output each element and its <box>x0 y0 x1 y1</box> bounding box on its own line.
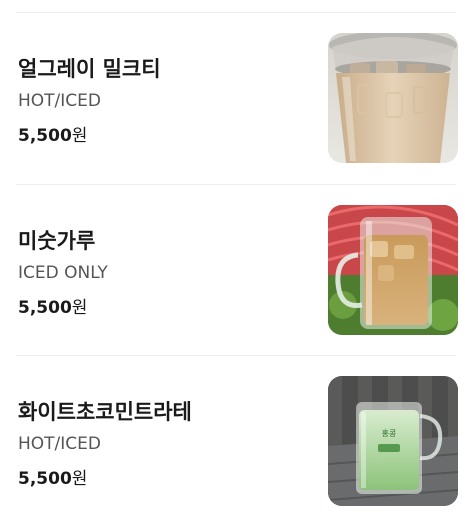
menu-item-option: HOT/ICED <box>18 91 101 111</box>
menu-item-option: ICED ONLY <box>18 263 108 283</box>
divider <box>16 12 456 13</box>
price-currency: 원 <box>71 298 88 318</box>
price-value: 5,500 <box>18 469 72 489</box>
price-value: 5,500 <box>18 298 72 318</box>
divider <box>16 184 456 185</box>
divider <box>16 355 456 356</box>
menu-item-price: 5,500원 <box>18 464 87 489</box>
price-currency: 원 <box>71 126 88 146</box>
menu-item-option: HOT/ICED <box>18 434 101 454</box>
menu-list: 얼그레이 밀크티 HOT/ICED 5,500원 미숫가루 ICED ONLY … <box>0 0 465 525</box>
iced-milk-tea-cup-photo <box>328 33 458 163</box>
menu-item-white-choco-mint-latte[interactable]: 화이트초코민트라테 HOT/ICED 5,500원 홍콩 <box>16 376 458 506</box>
menu-item-price: 5,500원 <box>18 293 87 318</box>
menu-item-price: 5,500원 <box>18 121 87 146</box>
price-value: 5,500 <box>18 126 72 146</box>
mint-latte-glass-photo: 홍콩 <box>328 376 458 506</box>
menu-item-earl-grey-milk-tea[interactable]: 얼그레이 밀크티 HOT/ICED 5,500원 <box>16 33 458 163</box>
iced-misutgaru-mug-photo <box>328 205 458 335</box>
menu-item-name: 미숫가루 <box>18 229 96 253</box>
menu-item-misutgaru[interactable]: 미숫가루 ICED ONLY 5,500원 <box>16 205 458 335</box>
svg-text:홍콩: 홍콩 <box>382 428 397 438</box>
price-currency: 원 <box>71 469 88 489</box>
menu-item-name: 화이트초코민트라테 <box>18 400 192 424</box>
menu-item-name: 얼그레이 밀크티 <box>18 57 161 81</box>
